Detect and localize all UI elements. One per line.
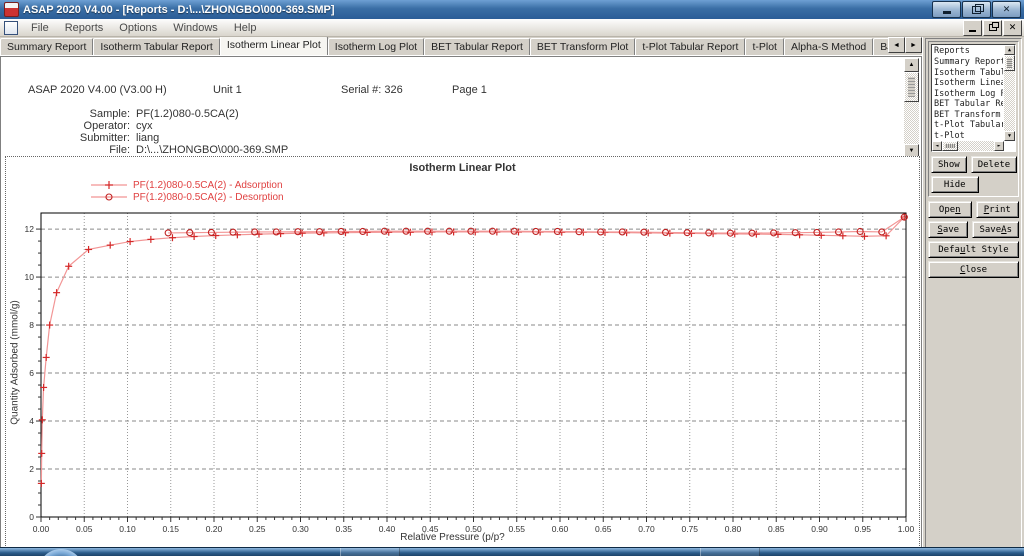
report-scrollbar[interactable]: ▲ ▼ — [904, 58, 919, 158]
title-bar: ASAP 2020 V4.00 - [Reports - D:\...\ZHON… — [0, 0, 1024, 19]
menu-file[interactable]: File — [23, 21, 57, 35]
list-scroll-left-icon[interactable]: ◄ — [932, 141, 942, 151]
menu-bar: File Reports Options Windows Help ✕ — [0, 19, 1024, 37]
minimize-icon[interactable] — [932, 1, 961, 18]
isotherm-chart: Isotherm Linear Plot PF(1.2)080-0.5CA(2)… — [5, 156, 920, 548]
restore-icon[interactable] — [962, 1, 991, 18]
list-item[interactable]: t-Plot Tabular — [934, 120, 1003, 131]
list-horizontal-scrollbar[interactable]: ◄ ► — [932, 141, 1004, 151]
save-button[interactable]: Save — [928, 221, 969, 238]
svg-text:4: 4 — [29, 416, 34, 426]
tab-t-plot[interactable]: t-Plot — [745, 38, 784, 55]
tab-summary-report[interactable]: Summary Report — [0, 38, 94, 55]
list-scroll-up-icon[interactable]: ▲ — [1004, 45, 1015, 55]
report-page-number: Page 1 — [452, 84, 487, 96]
menu-options[interactable]: Options — [111, 21, 165, 35]
list-item[interactable]: Isotherm Log Pl — [934, 89, 1003, 100]
open-button[interactable]: Ope n — [928, 201, 972, 218]
list-scroll-right-icon[interactable]: ► — [994, 141, 1004, 151]
submitter-value: liang — [136, 132, 160, 144]
menu-windows[interactable]: Windows — [165, 21, 226, 35]
sample-value: PF(1.2)080-0.5CA(2) — [136, 108, 239, 120]
scrollbar-thumb[interactable] — [904, 72, 919, 102]
mdi-close-icon[interactable]: ✕ — [1003, 19, 1022, 36]
list-item[interactable]: BET Tabular Rep — [934, 99, 1003, 110]
close-icon[interactable]: ✕ — [992, 1, 1021, 18]
report-page: ASAP 2020 V4.00 (V3.00 H) Unit 1 Serial … — [0, 56, 922, 550]
list-hscrollbar-thumb[interactable] — [942, 141, 958, 151]
svg-text:2: 2 — [29, 464, 34, 474]
x-axis-label: Relative Pressure (p/p? — [400, 532, 505, 543]
file-value: D:\...\ZHONGBO\000-369.SMP — [136, 144, 289, 156]
tab-scroll-left-icon[interactable]: ◄ — [888, 37, 905, 53]
report-app-version: ASAP 2020 V4.00 (V3.00 H) — [28, 84, 167, 96]
tab-isotherm-tabular-report[interactable]: Isotherm Tabular Report — [93, 38, 220, 55]
windows-taskbar[interactable] — [0, 547, 1024, 556]
report-tabs: Summary Report Isotherm Tabular Report Iso… — [0, 37, 922, 56]
app-icon — [4, 2, 19, 17]
sample-info: Sample: PF(1.2)080-0.5CA(2) Operator: cyx … — [0, 108, 288, 156]
start-button[interactable] — [38, 549, 84, 556]
tab-alpha-s-method[interactable]: Alpha-S Method — [783, 38, 874, 55]
submitter-label: Submitter: — [79, 132, 130, 144]
window-title: ASAP 2020 V4.00 - [Reports - D:\...\ZHON… — [23, 3, 335, 16]
svg-text:10: 10 — [25, 272, 35, 282]
list-scrollbar-thumb[interactable] — [1004, 55, 1015, 71]
y-axis-label: Quantity Adsorbed (mmol/g) — [9, 300, 21, 425]
close-button[interactable]: Close — [928, 261, 1019, 278]
tab-isotherm-linear-plot[interactable]: Isotherm Linear Plot — [219, 37, 328, 55]
taskbar-button[interactable] — [700, 548, 760, 556]
operator-value: cyx — [136, 120, 153, 132]
reports-panel: Reports Summary ReportIsotherm TabularIs… — [922, 37, 1024, 550]
operator-label: Operator: — [83, 120, 130, 132]
scroll-up-icon[interactable]: ▲ — [904, 58, 919, 72]
default-style-button[interactable]: Defa u lt Style — [928, 241, 1019, 258]
svg-text:12: 12 — [25, 224, 35, 234]
hide-button[interactable]: Hide — [931, 176, 979, 193]
taskbar-button[interactable] — [340, 548, 400, 556]
tab-t-plot-tabular-report[interactable]: t-Plot Tabular Report — [635, 38, 746, 55]
mdi-minimize-icon[interactable] — [963, 19, 982, 36]
tab-bet-transform-plot[interactable]: BET Transform Plot — [529, 38, 636, 55]
save-as-button[interactable]: Save As — [972, 221, 1019, 238]
file-label: File: — [109, 144, 130, 156]
reports-list-group: Reports Summary ReportIsotherm TabularIs… — [928, 41, 1019, 197]
plot-area: 0.00 0.05 0.10 0.15 0.20 0.25 0.30 0.35 0.40 0.45… — [25, 212, 915, 534]
svg-text:8: 8 — [29, 320, 34, 330]
list-item[interactable]: BET Transform P — [934, 110, 1003, 121]
svg-text:1.00: 1.00 — [898, 524, 915, 534]
list-item[interactable]: t-Plot — [934, 131, 1003, 142]
list-scroll-down-icon[interactable]: ▼ — [1004, 131, 1015, 141]
reports-list-header: Reports — [934, 46, 970, 56]
tab-isotherm-log-plot[interactable]: Isotherm Log Plot — [327, 38, 425, 55]
svg-text:6: 6 — [29, 368, 34, 378]
reports-listbox[interactable]: Reports Summary ReportIsotherm TabularIs… — [931, 44, 1016, 152]
svg-text:0: 0 — [29, 512, 34, 522]
show-button[interactable]: Show — [931, 156, 967, 173]
list-item[interactable]: Isotherm Linear — [934, 78, 1003, 89]
tab-scroll-right-icon[interactable]: ► — [905, 37, 922, 53]
list-vertical-scrollbar[interactable]: ▲ ▼ — [1004, 45, 1015, 141]
mdi-restore-icon[interactable] — [983, 19, 1002, 36]
list-item[interactable]: Summary Report — [934, 57, 1003, 68]
report-serial: Serial #: 326 — [341, 84, 403, 96]
report-unit: Unit 1 — [213, 84, 242, 96]
delete-button[interactable]: Delete — [970, 156, 1018, 173]
document-icon[interactable] — [4, 20, 18, 35]
tab-bet-tabular-report[interactable]: BET Tabular Report — [424, 38, 530, 55]
sample-label: Sample: — [89, 108, 130, 120]
print-button[interactable]: Print — [975, 201, 1019, 218]
menu-help[interactable]: Help — [226, 21, 265, 35]
list-item[interactable]: Isotherm Tabular — [934, 68, 1003, 79]
menu-reports[interactable]: Reports — [57, 21, 112, 35]
